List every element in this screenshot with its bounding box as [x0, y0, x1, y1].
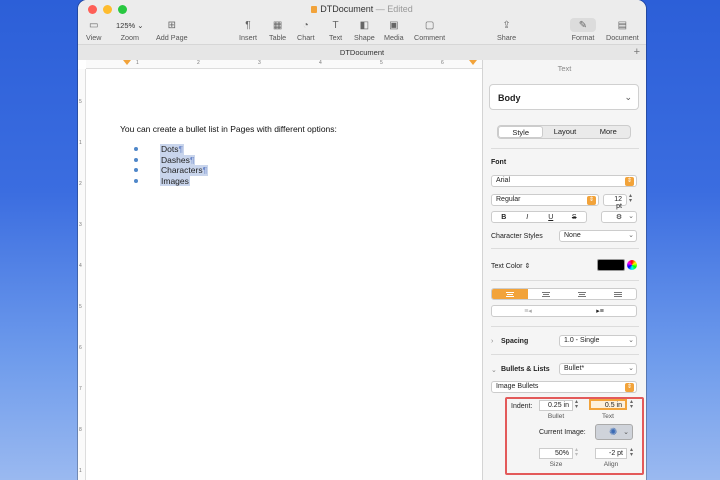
- spacing-select[interactable]: 1.0 - Single ⌄: [559, 335, 637, 347]
- chevron-down-icon[interactable]: ⌄: [491, 366, 497, 374]
- bullet-image-icon: [134, 147, 138, 151]
- underline-button[interactable]: U: [539, 212, 563, 222]
- justify-button[interactable]: [600, 289, 636, 299]
- chevron-right-icon[interactable]: ›: [491, 338, 493, 345]
- divider: [491, 280, 639, 281]
- new-tab-icon[interactable]: +: [634, 46, 640, 58]
- popup-arrows-icon: ⇕: [625, 177, 634, 186]
- font-section-label: Font: [491, 159, 507, 166]
- gear-icon: ⚙: [615, 214, 623, 221]
- window-title: DTDocument — Edited: [78, 4, 646, 14]
- media-icon: ▣: [389, 19, 399, 31]
- title-bar: DTDocument — Edited ▭ View 125% ⌄ Zoom ⊞ Ad…: [78, 0, 646, 60]
- chevron-down-icon: ⌄: [628, 232, 634, 239]
- chevron-down-icon: ⌄: [628, 213, 634, 220]
- left-indent-marker[interactable]: [123, 60, 131, 65]
- tab-more[interactable]: More: [587, 126, 630, 138]
- table-button[interactable]: ▦ Table: [269, 18, 286, 43]
- color-wheel-icon[interactable]: [627, 260, 637, 270]
- advanced-options-button[interactable]: ⚙ ⌄: [601, 211, 637, 223]
- shape-icon: ◧: [359, 19, 370, 31]
- divider: [491, 148, 639, 149]
- bullet-image-icon: [134, 157, 138, 162]
- decrease-indent-button[interactable]: ≡◂: [492, 306, 564, 316]
- font-size-field[interactable]: 12 pt: [603, 194, 627, 210]
- indent-buttons: ≡◂ ▸≡: [491, 305, 637, 317]
- bold-button[interactable]: B: [492, 212, 516, 222]
- font-style-select[interactable]: Regular ⇕: [491, 194, 599, 206]
- comment-button[interactable]: ▢ Comment: [414, 18, 445, 43]
- add-page-button[interactable]: ⊞ Add Page: [156, 18, 188, 43]
- popup-arrows-icon: ⇕: [587, 196, 596, 205]
- highlight-annotation: [505, 397, 644, 475]
- bullet-type-select[interactable]: Image Bullets ⇕: [491, 381, 637, 393]
- bullet-image-icon: [134, 168, 138, 172]
- media-button[interactable]: ▣ Media: [384, 18, 404, 43]
- sidebar-header: Text: [557, 64, 572, 73]
- alignment-buttons: [491, 288, 637, 300]
- font-family-select[interactable]: Arial ⇕: [491, 175, 637, 187]
- bullets-section-label[interactable]: Bullets & Lists: [501, 366, 550, 373]
- tab-style[interactable]: Style: [498, 126, 544, 138]
- comment-icon: ▢: [424, 19, 435, 31]
- up-down-arrows-icon: ⇕: [524, 263, 531, 270]
- chevron-down-icon: ⌄: [624, 92, 632, 102]
- font-size-stepper[interactable]: ▴ ▾: [629, 193, 632, 204]
- text-button[interactable]: T Text: [329, 18, 342, 43]
- align-right-button[interactable]: [564, 289, 600, 299]
- share-button[interactable]: ⇪ Share: [497, 18, 516, 43]
- chart-icon: ◔: [302, 19, 309, 31]
- text-color-label[interactable]: Text Color ⇕: [491, 262, 530, 270]
- text-format-buttons: B I U S: [491, 211, 587, 223]
- align-center-button[interactable]: [528, 289, 564, 299]
- paragraph-style-menu[interactable]: Body ⌄: [489, 84, 639, 110]
- shape-button[interactable]: ◧ Shape: [354, 18, 375, 43]
- chevron-down-icon: ⌄: [628, 337, 634, 344]
- document-canvas[interactable]: 1 2 3 4 5 6 5 1 2 3 4 5 6 7 8 1 You can …: [78, 60, 482, 480]
- view-button[interactable]: ▭ View: [86, 18, 101, 43]
- style-layout-more-tabs: Style Layout More: [497, 125, 631, 139]
- insert-button[interactable]: ¶ Insert: [239, 18, 257, 43]
- insert-icon: ¶: [245, 19, 251, 31]
- chevron-down-icon: ⌄: [628, 365, 634, 372]
- paintbrush-icon: ✎: [570, 18, 596, 32]
- strikethrough-button[interactable]: S: [563, 212, 587, 222]
- add-page-icon: ⊞: [167, 19, 176, 31]
- tab-layout[interactable]: Layout: [543, 126, 586, 138]
- align-left-button[interactable]: [492, 289, 528, 299]
- vertical-ruler[interactable]: 5 1 2 3 4 5 6 7 8 1: [78, 69, 86, 480]
- document-icon: [311, 6, 318, 13]
- divider: [491, 354, 639, 355]
- document-button[interactable]: ▤ Document: [606, 18, 639, 43]
- document-tab-bar: DTDocument +: [78, 44, 646, 60]
- divider: [491, 326, 639, 327]
- list-style-select[interactable]: Bullet* ⌄: [559, 363, 637, 375]
- popup-arrows-icon: ⇕: [625, 383, 634, 392]
- text-color-swatch[interactable]: [597, 259, 625, 271]
- italic-button[interactable]: I: [516, 212, 540, 222]
- body-paragraph[interactable]: You can create a bullet list in Pages wi…: [120, 124, 337, 134]
- sidebar-icon: ▭: [89, 19, 99, 31]
- table-icon: ▦: [272, 19, 283, 31]
- chart-button[interactable]: ◔ Chart: [297, 18, 315, 43]
- format-button[interactable]: ✎ Format: [570, 18, 596, 42]
- bullet-image-icon: [134, 178, 138, 183]
- text-box-icon: T: [332, 19, 339, 31]
- increase-indent-button[interactable]: ▸≡: [564, 306, 636, 316]
- divider: [491, 248, 639, 249]
- horizontal-ruler[interactable]: 1 2 3 4 5 6: [86, 60, 482, 69]
- spacing-section-label[interactable]: Spacing: [501, 338, 528, 345]
- right-indent-marker[interactable]: [469, 60, 477, 65]
- document-tab[interactable]: DTDocument: [78, 48, 646, 57]
- share-icon: ⇪: [502, 19, 511, 31]
- character-styles-select[interactable]: None ⌄: [559, 230, 637, 242]
- document-icon: ▤: [617, 19, 628, 31]
- zoom-menu[interactable]: 125% ⌄ Zoom: [116, 18, 144, 43]
